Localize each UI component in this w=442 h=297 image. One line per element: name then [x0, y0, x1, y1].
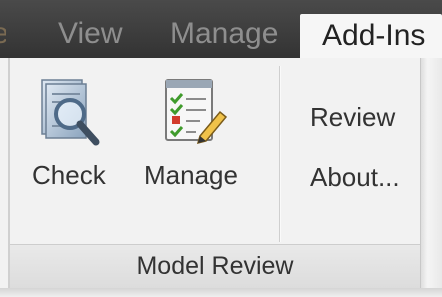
- panel-title: Model Review: [136, 252, 294, 280]
- check-button-label: Check: [32, 160, 106, 190]
- tab-view[interactable]: View: [58, 14, 122, 54]
- next-panel-edge: [420, 58, 442, 297]
- about-button[interactable]: About...: [310, 162, 400, 193]
- check-magnifier-icon: [38, 76, 104, 155]
- manage-button[interactable]: Manage: [136, 66, 262, 236]
- tab-partial-left[interactable]: e: [0, 14, 6, 54]
- tab-add-ins[interactable]: Add-Ins: [300, 14, 442, 58]
- manage-button-label: Manage: [144, 160, 238, 190]
- ribbon-bottom-border: [0, 288, 442, 297]
- check-button[interactable]: Check: [22, 66, 122, 236]
- checklist-pencil-icon: [160, 76, 232, 155]
- panel-footer: Model Review: [10, 244, 420, 289]
- ribbon-tab-bar: e View Manage Add-Ins: [0, 0, 442, 58]
- tab-manage[interactable]: Manage: [170, 14, 278, 54]
- review-button[interactable]: Review: [310, 102, 395, 133]
- panel-separator: [279, 66, 280, 242]
